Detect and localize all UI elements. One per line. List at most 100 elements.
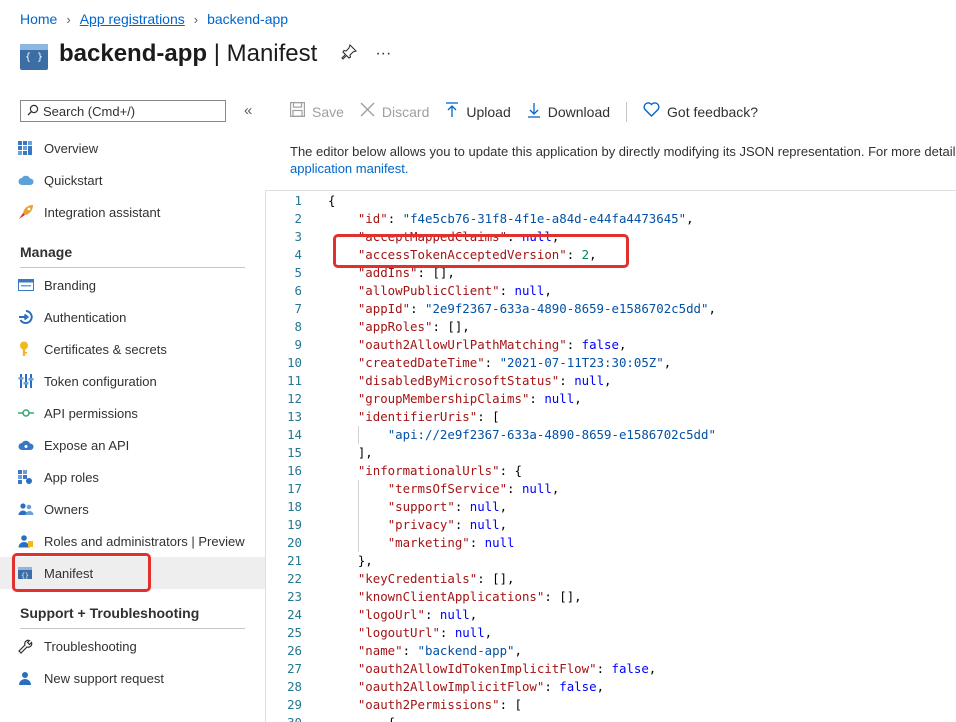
json-editor[interactable]: 1 {2 "id": "f4e5cb76-31f8-4f1e-a84d-e44fa… bbox=[265, 190, 956, 722]
line-number: 20 bbox=[287, 535, 302, 550]
collapse-sidebar-icon[interactable]: « bbox=[244, 102, 252, 119]
more-options-icon[interactable]: ··· bbox=[375, 45, 391, 63]
code-text[interactable]: "disabledByMicrosoftStatus": null, bbox=[328, 372, 612, 390]
code-text[interactable]: "createdDateTime": "2021-07-11T23:30:05Z… bbox=[328, 354, 671, 372]
api-permissions-icon bbox=[18, 408, 44, 418]
upload-button[interactable]: Upload bbox=[445, 101, 511, 123]
search-input[interactable]: Search (Cmd+/) bbox=[43, 104, 135, 119]
app-roles-icon bbox=[18, 470, 44, 484]
code-text[interactable]: { bbox=[328, 192, 335, 210]
wrench-icon bbox=[18, 639, 44, 654]
code-text[interactable]: "privacy": null, bbox=[328, 516, 507, 534]
line-number: 3 bbox=[294, 229, 302, 244]
key-icon bbox=[18, 341, 44, 357]
breadcrumb: Home › App registrations › backend-app bbox=[20, 11, 288, 27]
sidebar-item-integration-assistant[interactable]: Integration assistant bbox=[0, 196, 265, 228]
code-text[interactable]: "api://2e9f2367-633a-4890-8659-e1586702c… bbox=[328, 426, 716, 444]
code-text[interactable]: "termsOfService": null, bbox=[328, 480, 560, 498]
close-icon bbox=[360, 102, 375, 122]
download-button[interactable]: Download bbox=[527, 102, 610, 123]
divider bbox=[20, 628, 245, 629]
code-text[interactable]: "oauth2AllowUrlPathMatching": false, bbox=[328, 336, 627, 354]
rocket-icon bbox=[18, 204, 44, 220]
application-manifest-link[interactable]: application manifest. bbox=[290, 160, 956, 177]
line-number: 22 bbox=[287, 571, 302, 586]
breadcrumb-current[interactable]: backend-app bbox=[207, 11, 288, 27]
code-text[interactable]: "informationalUrls": { bbox=[328, 462, 522, 480]
sidebar-item-authentication[interactable]: Authentication bbox=[0, 301, 265, 333]
sidebar-item-app-roles[interactable]: App roles bbox=[0, 461, 265, 493]
code-text[interactable]: "support": null, bbox=[328, 498, 507, 516]
toolbar: Save Discard Upload Download Got feedbac… bbox=[290, 100, 774, 124]
code-text[interactable]: "allowPublicClient": null, bbox=[328, 282, 552, 300]
manage-header: Manage bbox=[20, 244, 73, 260]
code-text[interactable]: "name": "backend-app", bbox=[328, 642, 522, 660]
code-text[interactable]: "groupMembershipClaims": null, bbox=[328, 390, 582, 408]
sidebar-item-owners[interactable]: Owners bbox=[0, 493, 265, 525]
line-number: 14 bbox=[287, 427, 302, 442]
breadcrumb-home[interactable]: Home bbox=[20, 11, 57, 27]
sidebar-item-api-permissions[interactable]: API permissions bbox=[0, 397, 265, 429]
code-text[interactable]: "oauth2AllowIdTokenImplicitFlow": false, bbox=[328, 660, 656, 678]
discard-button[interactable]: Discard bbox=[360, 102, 429, 122]
line-number: 8 bbox=[294, 319, 302, 334]
breadcrumb-app-registrations[interactable]: App registrations bbox=[80, 11, 185, 27]
download-icon bbox=[527, 102, 541, 123]
line-number: 21 bbox=[287, 553, 302, 568]
code-text[interactable]: "identifierUris": [ bbox=[328, 408, 500, 426]
title-row: { } backend-app | Manifest ··· bbox=[20, 38, 391, 70]
code-text[interactable]: "appId": "2e9f2367-633a-4890-8659-e15867… bbox=[328, 300, 716, 318]
manifest-resource-icon: { } bbox=[20, 44, 48, 70]
code-text[interactable]: "logoutUrl": null, bbox=[328, 624, 492, 642]
indent-guide bbox=[358, 426, 359, 444]
upload-icon bbox=[445, 101, 459, 123]
code-text[interactable]: ], bbox=[328, 444, 373, 462]
toolbar-divider bbox=[626, 102, 628, 122]
code-text[interactable]: "keyCredentials": [], bbox=[328, 570, 515, 588]
sidebar-item-certificates-secrets[interactable]: Certificates & secrets bbox=[0, 333, 265, 365]
pin-icon[interactable] bbox=[341, 43, 358, 65]
description-text: The editor below allows you to update th… bbox=[290, 144, 956, 159]
line-number: 29 bbox=[287, 697, 302, 712]
support-person-icon bbox=[18, 671, 44, 686]
chevron-right-icon: › bbox=[66, 11, 71, 27]
code-text[interactable]: "appRoles": [], bbox=[328, 318, 470, 336]
line-number: 15 bbox=[287, 445, 302, 460]
code-text[interactable]: }, bbox=[328, 552, 373, 570]
search-icon bbox=[27, 104, 39, 119]
sidebar-item-quickstart[interactable]: Quickstart bbox=[0, 164, 265, 196]
line-number: 19 bbox=[287, 517, 302, 532]
save-button[interactable]: Save bbox=[290, 102, 344, 122]
code-text[interactable]: "logoUrl": null, bbox=[328, 606, 477, 624]
code-text[interactable]: "marketing": null bbox=[328, 534, 515, 552]
code-text[interactable]: "oauth2AllowImplicitFlow": false, bbox=[328, 678, 604, 696]
line-number: 25 bbox=[287, 625, 302, 640]
token-config-icon bbox=[18, 373, 44, 389]
line-number: 10 bbox=[287, 355, 302, 370]
save-icon bbox=[290, 102, 306, 122]
sidebar-item-branding[interactable]: Branding bbox=[0, 269, 265, 301]
sidebar-item-troubleshooting[interactable]: Troubleshooting bbox=[0, 630, 265, 662]
sidebar-item-token-configuration[interactable]: Token configuration bbox=[0, 365, 265, 397]
line-number: 17 bbox=[287, 481, 302, 496]
line-number: 13 bbox=[287, 409, 302, 424]
feedback-button[interactable]: Got feedback? bbox=[643, 102, 758, 122]
manifest-highlight-box bbox=[12, 553, 151, 592]
sidebar-item-overview[interactable]: Overview bbox=[0, 132, 265, 164]
access-token-highlight-box bbox=[333, 234, 629, 268]
branding-icon bbox=[18, 279, 44, 291]
page-title: backend-app | Manifest bbox=[59, 40, 318, 67]
overview-icon bbox=[18, 141, 44, 155]
chevron-right-icon: › bbox=[193, 11, 199, 27]
code-text[interactable]: "id": "f4e5cb76-31f8-4f1e-a84d-e44fa4473… bbox=[328, 210, 694, 228]
line-number: 7 bbox=[294, 301, 302, 316]
line-number: 12 bbox=[287, 391, 302, 406]
sidebar-item-expose-an-api[interactable]: Expose an API bbox=[0, 429, 265, 461]
line-number: 16 bbox=[287, 463, 302, 478]
code-text[interactable]: "oauth2Permissions": [ bbox=[328, 696, 522, 714]
line-number: 9 bbox=[294, 337, 302, 352]
sidebar-search[interactable]: Search (Cmd+/) bbox=[20, 100, 226, 122]
code-text[interactable]: "knownClientApplications": [], bbox=[328, 588, 582, 606]
line-number: 28 bbox=[287, 679, 302, 694]
sidebar-item-new-support-request[interactable]: New support request bbox=[0, 662, 265, 694]
